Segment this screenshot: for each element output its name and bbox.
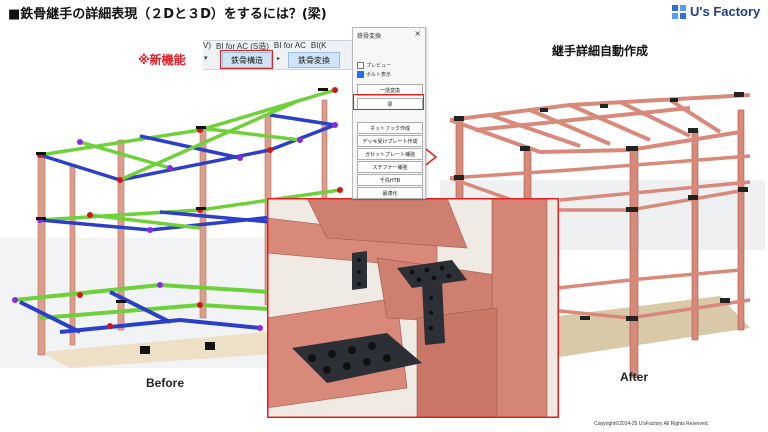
ribbon-dropdown-icon[interactable]: ▾ <box>204 54 208 62</box>
checkbox-checked-icon[interactable] <box>357 71 364 78</box>
before-label: Before <box>146 376 185 390</box>
after-label: After <box>620 370 649 384</box>
logo-icon <box>672 4 686 19</box>
checkbox-label: ボルト表示 <box>366 72 392 78</box>
preview-checkbox[interactable]: プレビュー <box>357 62 391 69</box>
optimize-button[interactable]: 最適化 <box>357 187 423 199</box>
gusset-plate-button[interactable]: ガセットプレート補強 <box>357 148 423 160</box>
checkbox-label: プレビュー <box>366 63 392 69</box>
beam-button[interactable]: 梁 <box>357 98 423 110</box>
batch-convert-button[interactable]: 一括変換 <box>357 84 423 96</box>
logo: U's Factory <box>672 4 760 19</box>
ribbon-arrow-icon: ▸ <box>277 55 281 62</box>
staggered-htb-button[interactable]: 千鳥HTB <box>357 174 423 186</box>
steel-structure-button[interactable]: 鉄骨構造 <box>222 52 272 68</box>
net-hook-button[interactable]: ネットフック作成 <box>357 122 423 134</box>
ribbon-tab[interactable]: V) <box>203 41 211 54</box>
checkbox-icon[interactable] <box>357 62 364 69</box>
steel-convert-button[interactable]: 鉄骨変換 <box>288 52 340 68</box>
slide-title: ■鉄骨継手の詳細表現（２Dと３D）をするには？(梁) <box>8 7 327 22</box>
detail-inset <box>267 198 559 418</box>
after-title: 継手詳細自動作成 <box>552 44 649 58</box>
stiffener-button[interactable]: スチフナー補強 <box>357 161 423 173</box>
dialog-title: 鉄骨変換 <box>357 33 382 40</box>
logo-text: U's Factory <box>690 4 761 19</box>
deck-plate-button[interactable]: デッキ受けプレート作成 <box>357 135 423 147</box>
close-icon[interactable]: × <box>414 29 421 38</box>
steel-convert-dialog: 鉄骨変換 × プレビュー ボルト表示 一括変換 梁 ネットフック作成 デッキ受け… <box>352 27 426 199</box>
copyright: Copyright©2014-25 U'sFactory All Rights … <box>594 421 709 427</box>
new-feature-label: ※新機能 <box>138 53 186 67</box>
bolt-display-checkbox[interactable]: ボルト表示 <box>357 71 391 78</box>
